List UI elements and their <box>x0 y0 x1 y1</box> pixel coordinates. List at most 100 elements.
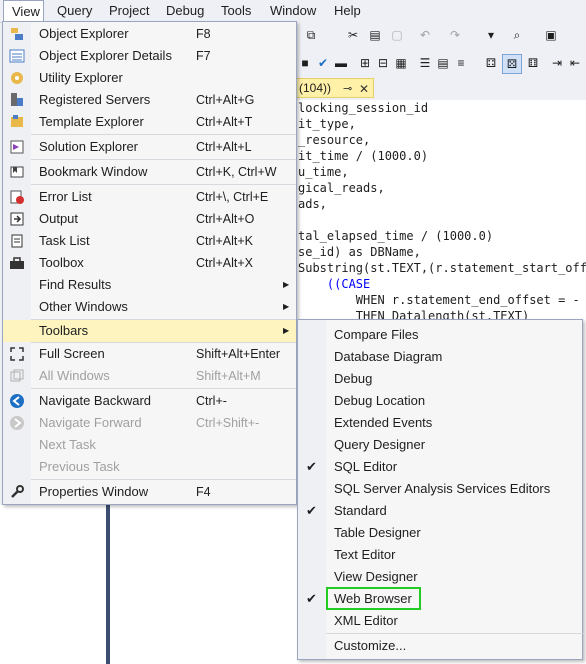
menu-query[interactable]: Query <box>49 0 100 22</box>
copy-icon[interactable]: ⧉ <box>302 26 320 44</box>
code-line: ((CASE <box>298 277 371 291</box>
submenu-item-customize[interactable]: Customize... <box>298 635 582 657</box>
dropdown-icon[interactable]: ▾ <box>482 26 500 44</box>
outdent-icon[interactable]: ⇤ <box>566 54 584 72</box>
document-tab-strip: (104)) ⊸ ✕ <box>296 78 586 100</box>
results-text-icon[interactable]: ☰ <box>416 54 434 72</box>
submenu-item-view-designer[interactable]: View Designer <box>298 566 582 588</box>
menu-item-utility-explorer[interactable]: Utility Explorer <box>3 67 296 89</box>
code-line: Substring(st.TEXT,(r.statement_start_off… <box>298 261 586 275</box>
results-grid-icon[interactable]: ▦ <box>392 54 410 72</box>
submenu-item-database-diagram[interactable]: Database Diagram <box>298 346 582 368</box>
menu-item-label: Navigate Backward <box>39 393 151 408</box>
menu-item-full-screen[interactable]: Full Screen Shift+Alt+Enter <box>3 343 296 365</box>
submenu-item-label: XML Editor <box>334 613 398 628</box>
submenu-item-xml-editor[interactable]: XML Editor <box>298 610 582 632</box>
stop-icon[interactable]: ■ <box>296 54 314 72</box>
menu-item-object-explorer-details[interactable]: Object Explorer Details F7 <box>3 45 296 67</box>
task-list-icon <box>9 233 25 249</box>
menu-item-find-results[interactable]: Find Results ▶ <box>3 274 296 296</box>
menu-item-shortcut: F4 <box>196 485 211 499</box>
window-icon[interactable]: ▣ <box>542 26 560 44</box>
menu-item-object-explorer[interactable]: Object Explorer F8 <box>3 23 296 45</box>
menu-item-task-list[interactable]: Task List Ctrl+Alt+K <box>3 230 296 252</box>
panel-splitter[interactable] <box>106 505 110 664</box>
redo-icon[interactable]: ↷ <box>446 26 464 44</box>
menu-item-shortcut: Ctrl+Shift+- <box>196 416 260 430</box>
menu-help[interactable]: Help <box>326 0 369 22</box>
client-stats-icon[interactable]: ⚅ <box>524 54 542 72</box>
menu-item-template-explorer[interactable]: Template Explorer Ctrl+Alt+T <box>3 111 296 133</box>
menu-item-other-windows[interactable]: Other Windows ▶ <box>3 296 296 318</box>
menu-separator <box>31 388 296 389</box>
submenu-item-query-designer[interactable]: Query Designer <box>298 434 582 456</box>
menu-item-next-task[interactable]: Next Task <box>3 434 296 456</box>
submenu-item-sql-editor[interactable]: ✔ SQL Editor <box>298 456 582 478</box>
utility-explorer-icon <box>9 70 25 86</box>
menu-debug[interactable]: Debug <box>158 0 212 22</box>
code-line: _resource, <box>298 133 371 147</box>
paste-icon[interactable]: ▤ <box>366 26 384 44</box>
menu-item-navigate-backward[interactable]: Navigate Backward Ctrl+- <box>3 390 296 412</box>
submenu-item-label: Customize... <box>334 638 407 653</box>
include-plan-icon[interactable]: ⚃ <box>482 54 500 72</box>
code-line: locking_session_id <box>298 101 429 115</box>
close-icon[interactable]: ✕ <box>359 80 369 98</box>
menu-item-shortcut: Shift+Alt+Enter <box>196 347 281 361</box>
menu-project[interactable]: Project <box>101 0 157 22</box>
results-file-icon[interactable]: ▤ <box>434 54 452 72</box>
submenu-item-text-editor[interactable]: Text Editor <box>298 544 582 566</box>
menu-separator <box>31 479 296 480</box>
menu-item-all-windows[interactable]: All Windows Shift+Alt+M <box>3 365 296 387</box>
menu-item-label: Solution Explorer <box>39 139 138 154</box>
code-line: se_id) as DBName, <box>298 245 421 259</box>
menu-tools[interactable]: Tools <box>213 0 259 22</box>
menu-item-properties-window[interactable]: Properties Window F4 <box>3 481 296 503</box>
menu-item-navigate-forward[interactable]: Navigate Forward Ctrl+Shift+- <box>3 412 296 434</box>
submenu-item-label: View Designer <box>334 569 418 584</box>
full-screen-icon <box>9 346 25 362</box>
submenu-item-label: Table Designer <box>334 525 421 540</box>
menu-item-previous-task[interactable]: Previous Task <box>3 456 296 478</box>
submenu-item-debug-location[interactable]: Debug Location <box>298 390 582 412</box>
menu-item-shortcut: Ctrl+- <box>196 394 227 408</box>
submenu-item-standard[interactable]: ✔ Standard <box>298 500 582 522</box>
menu-item-output[interactable]: Output Ctrl+Alt+O <box>3 208 296 230</box>
undo-icon[interactable]: ↶ <box>416 26 434 44</box>
toolbox-icon <box>9 255 25 271</box>
menu-item-solution-explorer[interactable]: Solution Explorer Ctrl+Alt+L <box>3 136 296 158</box>
left-panel <box>0 505 296 664</box>
standard-toolbar: ⧉ ✂ ▤ ▢ ↶ ↷ ▾ ⌕ ▣ <box>296 22 586 48</box>
pin-icon[interactable]: ⊸ <box>343 80 352 98</box>
menu-item-label: Object Explorer <box>39 26 129 41</box>
menu-item-registered-servers[interactable]: Registered Servers Ctrl+Alt+G <box>3 89 296 111</box>
submenu-item-ssas-editors[interactable]: SQL Server Analysis Services Editors <box>298 478 582 500</box>
comment-icon[interactable]: ≡ <box>452 54 470 72</box>
submenu-item-debug[interactable]: Debug <box>298 368 582 390</box>
menu-window[interactable]: Window <box>262 0 324 22</box>
live-stats-icon[interactable]: ⚄ <box>502 54 522 74</box>
wrench-icon <box>9 484 25 500</box>
submenu-item-table-designer[interactable]: Table Designer <box>298 522 582 544</box>
menu-item-error-list[interactable]: Error List Ctrl+\, Ctrl+E <box>3 186 296 208</box>
menu-item-toolbars[interactable]: Toolbars ▶ <box>3 320 296 342</box>
parse-icon[interactable]: ✔ <box>314 54 332 72</box>
find-icon[interactable]: ⌕ <box>508 26 526 44</box>
menu-item-toolbox[interactable]: Toolbox Ctrl+Alt+X <box>3 252 296 274</box>
execution-plan-icon[interactable]: ⊞ <box>356 54 374 72</box>
menu-view[interactable]: View <box>3 0 44 23</box>
menu-item-bookmark-window[interactable]: Bookmark Window Ctrl+K, Ctrl+W <box>3 161 296 183</box>
submenu-item-extended-events[interactable]: Extended Events <box>298 412 582 434</box>
cut-icon[interactable]: ✂ <box>344 26 362 44</box>
query-tab[interactable]: (104)) ⊸ ✕ <box>296 78 374 98</box>
menu-item-shortcut: Ctrl+Alt+L <box>196 140 252 154</box>
query-options-icon[interactable]: ⊟ <box>374 54 392 72</box>
document-icon[interactable]: ▢ <box>388 26 406 44</box>
cancel-icon[interactable]: ▬ <box>332 54 350 72</box>
menu-separator <box>31 159 296 160</box>
submenu-item-label: Text Editor <box>334 547 396 562</box>
submenu-arrow-icon: ▶ <box>283 302 290 311</box>
menu-item-shortcut: Ctrl+Alt+T <box>196 115 253 129</box>
submenu-item-compare-files[interactable]: Compare Files <box>298 324 582 346</box>
indent-icon[interactable]: ⇥ <box>548 54 566 72</box>
